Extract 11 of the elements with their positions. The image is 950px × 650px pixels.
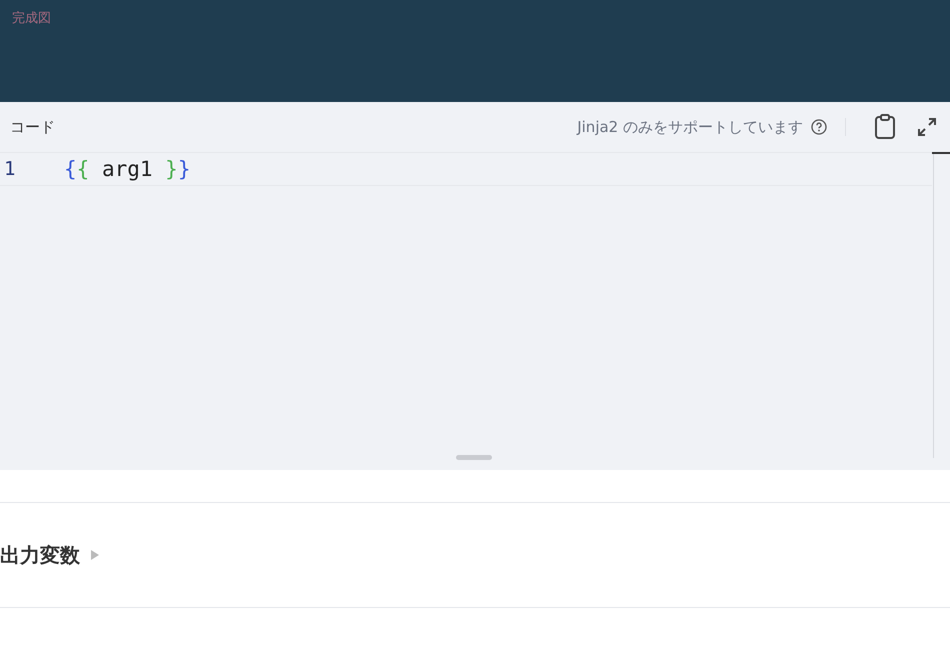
help-icon[interactable] bbox=[811, 119, 827, 135]
code-text[interactable]: {{ arg1 }} bbox=[64, 157, 190, 181]
line-number: 1 bbox=[3, 158, 16, 180]
caret-right-icon bbox=[90, 549, 100, 561]
support-note: Jinja2 のみをサポートしています bbox=[577, 118, 803, 136]
panel-title: コード bbox=[10, 118, 56, 136]
scrollbar-thumb[interactable] bbox=[932, 152, 950, 154]
clipboard-icon[interactable] bbox=[872, 112, 898, 142]
caption: 完成図 bbox=[12, 11, 51, 26]
section-toggle[interactable]: 出力変数 bbox=[0, 542, 100, 568]
resize-handle[interactable] bbox=[456, 455, 492, 460]
